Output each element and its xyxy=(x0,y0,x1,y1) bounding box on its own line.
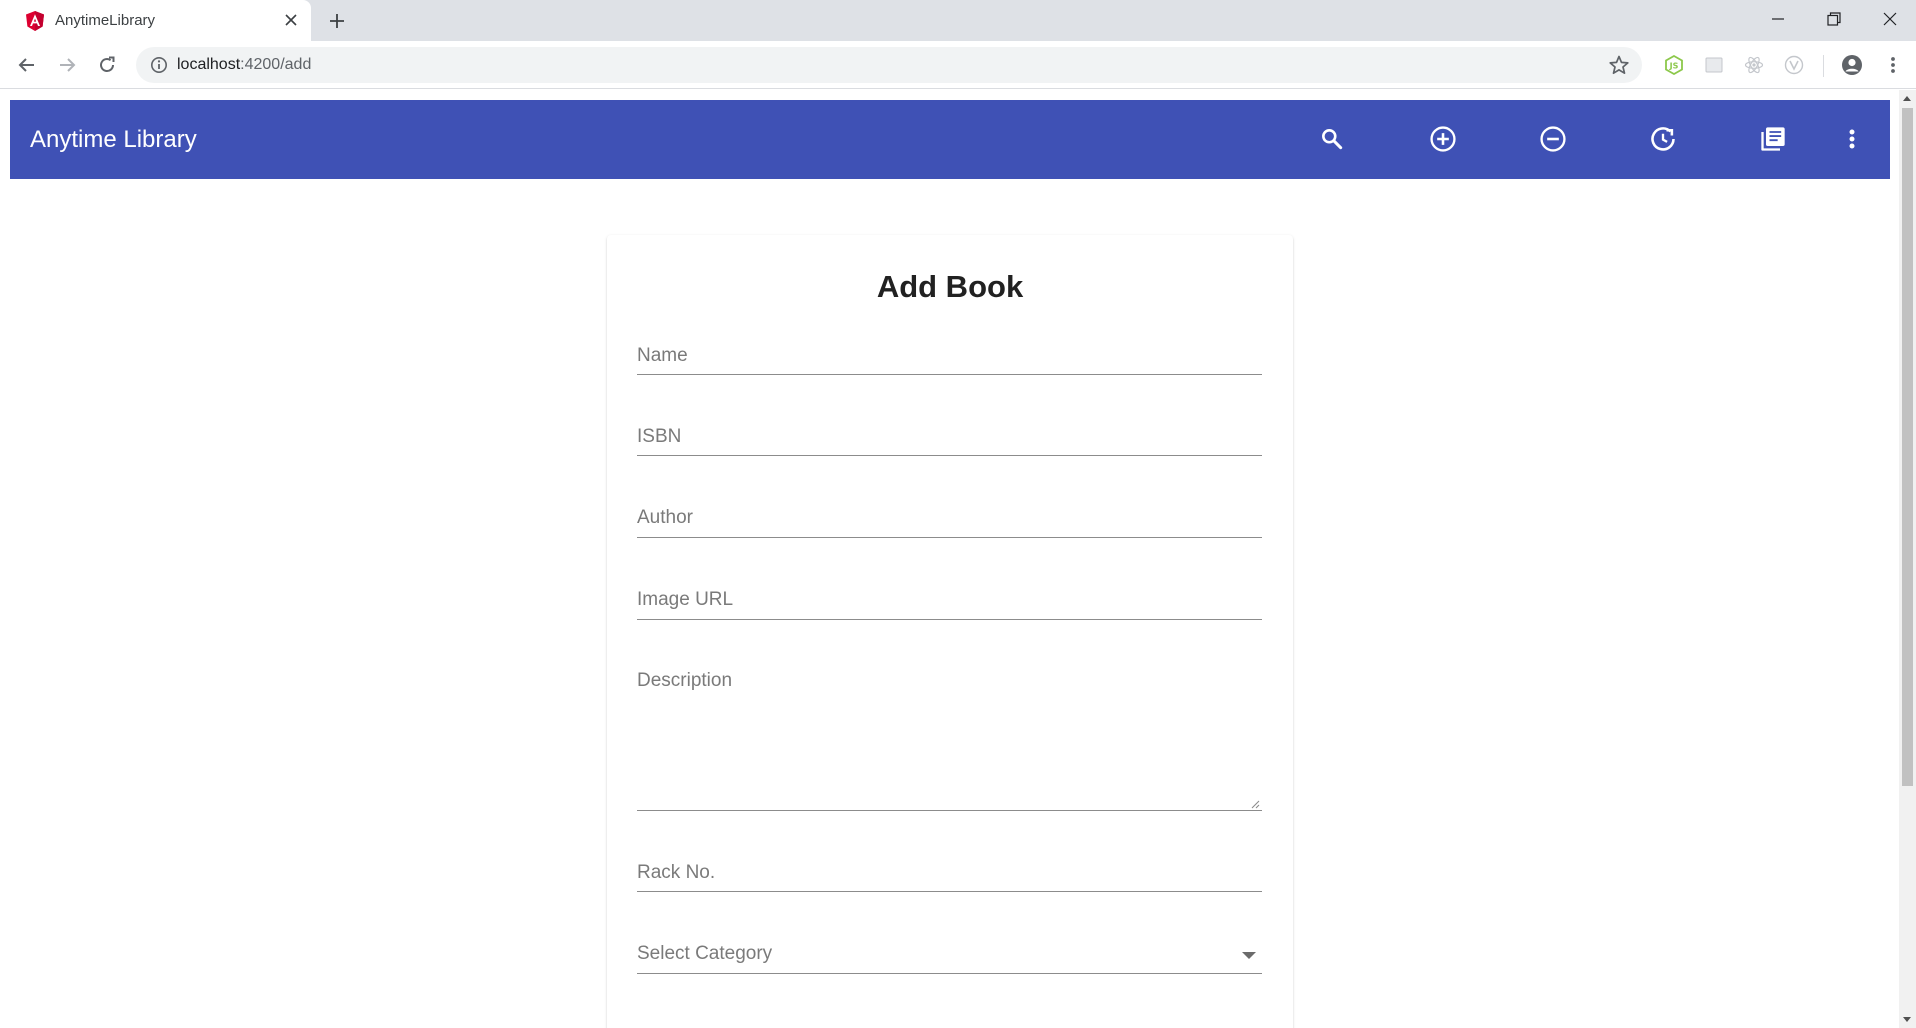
angular-icon xyxy=(24,10,46,32)
back-arrow-icon[interactable] xyxy=(12,50,42,80)
new-tab-icon[interactable] xyxy=(324,8,350,34)
react-devtools-icon[interactable] xyxy=(1742,53,1766,77)
browser-tabstrip: AnytimeLibrary xyxy=(0,0,1916,41)
tab-title: AnytimeLibrary xyxy=(55,12,156,29)
restore-icon[interactable] xyxy=(1806,0,1862,38)
history-icon[interactable] xyxy=(1643,119,1683,159)
bookmark-star-icon[interactable] xyxy=(1608,54,1630,76)
url-text: localhost:4200/add xyxy=(177,56,311,74)
author-field[interactable]: Author xyxy=(637,493,1262,538)
more-vert-icon[interactable] xyxy=(1832,119,1872,159)
remove-circle-icon[interactable] xyxy=(1533,119,1573,159)
app-title: Anytime Library xyxy=(30,126,197,153)
nodejs-extension-icon[interactable]: JS xyxy=(1662,53,1686,77)
author-placeholder: Author xyxy=(637,507,693,528)
url-path: :4200/add xyxy=(240,56,312,73)
image-url-field[interactable]: Image URL xyxy=(637,575,1262,620)
description-placeholder: Description xyxy=(637,670,733,691)
isbn-field[interactable]: ISBN xyxy=(637,412,1262,456)
reload-icon[interactable] xyxy=(92,50,122,80)
app-toolbar: Anytime Library xyxy=(10,100,1890,179)
toolbar-divider xyxy=(1823,55,1824,77)
svg-text:JS: JS xyxy=(1669,62,1679,71)
info-icon[interactable] xyxy=(150,56,168,74)
forward-arrow-icon[interactable] xyxy=(52,50,82,80)
extension-placeholder-icon[interactable] xyxy=(1702,53,1726,77)
description-textarea[interactable]: Description xyxy=(637,656,1262,811)
isbn-placeholder: ISBN xyxy=(637,426,682,447)
scroll-down-arrow-icon[interactable] xyxy=(1903,1017,1911,1022)
vue-devtools-icon[interactable] xyxy=(1782,53,1806,77)
page-scrollbar[interactable] xyxy=(1899,90,1916,1028)
browser-tab[interactable]: AnytimeLibrary xyxy=(0,0,311,41)
dropdown-arrow-icon xyxy=(1242,952,1256,959)
url-host: localhost xyxy=(177,56,241,73)
add-book-card: Add Book Name ISBN Author Image URL Desc… xyxy=(607,235,1293,1028)
category-select[interactable]: Select Category xyxy=(637,929,1262,974)
rack-no-placeholder: Rack No. xyxy=(637,862,716,883)
close-window-icon[interactable] xyxy=(1862,0,1916,38)
form-title: Add Book xyxy=(876,269,1024,304)
browser-menu-icon[interactable] xyxy=(1881,53,1905,77)
name-field[interactable]: Name xyxy=(637,331,1262,375)
search-icon[interactable] xyxy=(1312,119,1352,159)
minimize-icon[interactable] xyxy=(1750,0,1806,38)
address-bar[interactable]: localhost:4200/add xyxy=(136,47,1642,83)
browser-toolbar: localhost:4200/add JS xyxy=(0,41,1916,89)
library-books-icon[interactable] xyxy=(1753,119,1793,159)
rack-no-field[interactable]: Rack No. xyxy=(637,848,1262,892)
scrollbar-thumb[interactable] xyxy=(1902,108,1913,786)
page-viewport: Anytime Library Add Book Name ISBN Autho… xyxy=(0,90,1899,1028)
close-tab-icon[interactable] xyxy=(280,9,302,31)
scroll-up-arrow-icon[interactable] xyxy=(1903,96,1911,101)
image-url-placeholder: Image URL xyxy=(637,589,734,610)
name-placeholder: Name xyxy=(637,345,688,366)
profile-avatar-icon[interactable] xyxy=(1840,53,1864,77)
category-placeholder: Select Category xyxy=(637,943,773,964)
resize-grip-icon[interactable] xyxy=(1250,796,1260,809)
add-circle-icon[interactable] xyxy=(1423,119,1463,159)
